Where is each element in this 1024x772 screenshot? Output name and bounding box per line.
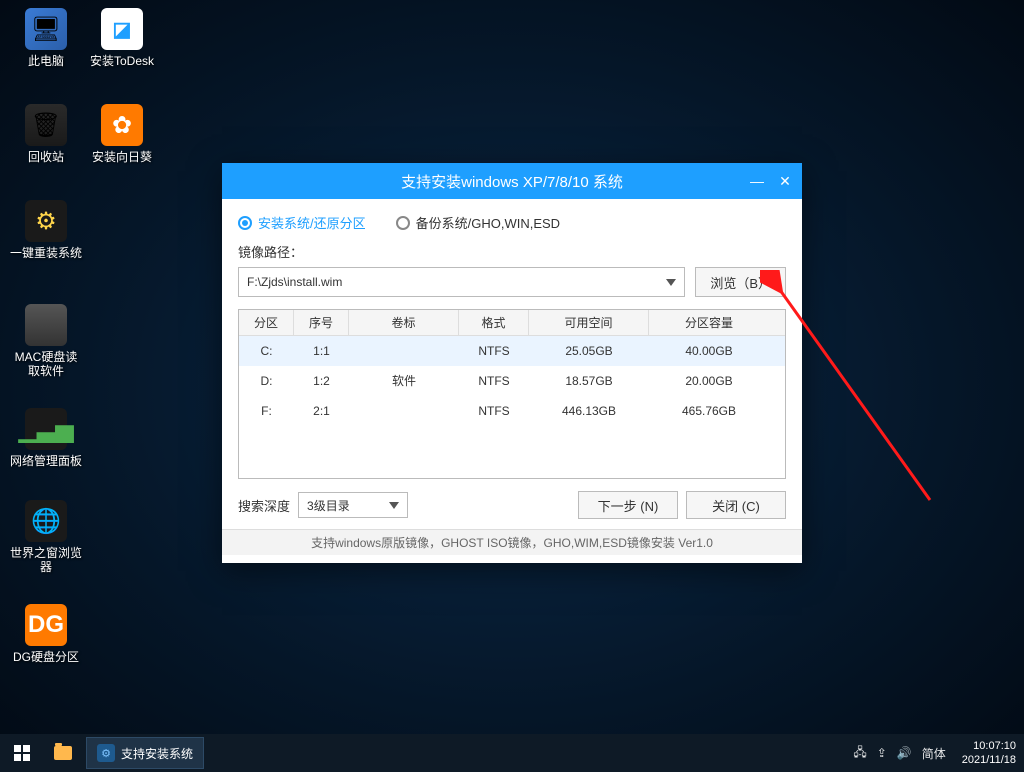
pc-icon: 🖥 [25,8,67,50]
desktop-icon-todesk[interactable]: ◪ 安装ToDesk [86,8,158,68]
close-button[interactable]: ✕ [774,170,796,192]
table-row[interactable]: C: 1:1 NTFS 25.05GB 40.00GB [239,336,785,366]
desktop-icon-mac[interactable]: MAC硬盘读取软件 [10,304,82,378]
reinstall-icon: ⚙ [25,200,67,242]
search-depth-value: 3级目录 [307,497,350,514]
gear-icon: ⚙ [97,744,115,762]
desktop-icon-label: 回收站 [10,150,82,164]
table-header: 分区 序号 卷标 格式 可用空间 分区容量 [239,310,785,336]
recycle-icon: 🗑 [25,104,67,146]
close-action-button[interactable]: 关闭 (C) [686,491,786,519]
taskbar-task-installer[interactable]: ⚙ 支持安装系统 [86,737,204,769]
radio-label: 备份系统/GHO,WIN,ESD [416,213,560,232]
windows-icon [14,745,30,761]
col-label: 卷标 [349,310,459,336]
todesk-icon: ◪ [101,8,143,50]
chevron-down-icon [389,502,399,509]
desktop-icon-label: 安装ToDesk [86,54,158,68]
titlebar[interactable]: 支持安装windows XP/7/8/10 系统 — ✕ [222,163,802,199]
start-button[interactable] [0,734,44,772]
desktop-icon-sunflower[interactable]: ✿ 安装向日葵 [86,104,158,164]
desktop-icon-label: 一键重装系统 [10,246,82,260]
image-path-value: F:\Zjds\install.wim [247,275,342,289]
desktop-icon-browser[interactable]: 🌐 世界之窗浏览器 [10,500,82,574]
next-button[interactable]: 下一步 (N) [578,491,678,519]
table-row[interactable]: F: 2:1 NTFS 446.13GB 465.76GB [239,396,785,426]
clock-time: 10:07:10 [962,739,1016,753]
tray-ime[interactable]: 简体 [922,745,946,762]
task-label: 支持安装系统 [121,745,193,762]
taskbar-clock[interactable]: 10:07:10 2021/11/18 [956,739,1016,767]
installer-window: 支持安装windows XP/7/8/10 系统 — ✕ 安装系统/还原分区 备… [222,163,802,563]
desktop-icon-label: 世界之窗浏览器 [10,546,82,574]
browse-button-label: 浏览（B） [710,273,771,292]
col-free: 可用空间 [529,310,649,336]
window-body: 安装系统/还原分区 备份系统/GHO,WIN,ESD 镜像路径： F:\Zjds… [222,199,802,529]
window-title: 支持安装windows XP/7/8/10 系统 [401,171,623,192]
close-button-label: 关闭 (C) [712,496,760,515]
partition-table: 分区 序号 卷标 格式 可用空间 分区容量 C: 1:1 NTFS 25.05G… [238,309,786,479]
radio-off-icon [396,216,410,230]
desktop-icon-reinstall[interactable]: ⚙ 一键重装系统 [10,200,82,260]
col-fs: 格式 [459,310,529,336]
apple-icon [25,304,67,346]
table-row[interactable]: D: 1:2 软件 NTFS 18.57GB 20.00GB [239,366,785,396]
search-depth-label: 搜索深度 [238,496,290,515]
tray-usb-icon[interactable]: ⇪ [877,746,887,760]
dg-icon: DG [25,604,67,646]
search-depth-select[interactable]: 3级目录 [298,492,408,518]
sunflower-icon: ✿ [101,104,143,146]
desktop-icon-label: MAC硬盘读取软件 [10,350,82,378]
globe-icon: 🌐 [25,500,67,542]
col-partition: 分区 [239,310,294,336]
next-button-label: 下一步 (N) [598,496,659,515]
browse-button[interactable]: 浏览（B） [695,267,786,297]
image-path-label: 镜像路径： [238,242,786,261]
tray-network-icon[interactable]: 🖧 [853,743,866,764]
col-total: 分区容量 [649,310,769,336]
radio-backup[interactable]: 备份系统/GHO,WIN,ESD [396,213,560,232]
desktop-icon-dg[interactable]: DG DG硬盘分区 [10,604,82,664]
chart-icon: ▁▃▅ [25,408,67,450]
radio-install-restore[interactable]: 安装系统/还原分区 [238,213,366,232]
radio-on-icon [238,216,252,230]
radio-label: 安装系统/还原分区 [258,213,366,232]
desktop-icon-net[interactable]: ▁▃▅ 网络管理面板 [10,408,82,468]
tray-volume-icon[interactable]: 🔊 [897,746,912,760]
chevron-down-icon [666,279,676,286]
image-path-dropdown[interactable]: F:\Zjds\install.wim [238,267,685,297]
desktop-icon-label: 此电脑 [10,54,82,68]
desktop-icon-label: 网络管理面板 [10,454,82,468]
desktop-icon-this-pc[interactable]: 🖥 此电脑 [10,8,82,68]
window-footer: 支持windows原版镜像，GHOST ISO镜像，GHO,WIM,ESD镜像安… [222,529,802,555]
taskbar: ⚙ 支持安装系统 🖧 ⇪ 🔊 简体 10:07:10 2021/11/18 [0,734,1024,772]
minimize-button[interactable]: — [746,170,768,192]
desktop-icon-label: DG硬盘分区 [10,650,82,664]
col-index: 序号 [294,310,349,336]
file-explorer-button[interactable] [44,734,82,772]
desktop-icon-recycle[interactable]: 🗑 回收站 [10,104,82,164]
folder-icon [54,746,72,760]
clock-date: 2021/11/18 [962,753,1016,767]
desktop-icon-label: 安装向日葵 [86,150,158,164]
